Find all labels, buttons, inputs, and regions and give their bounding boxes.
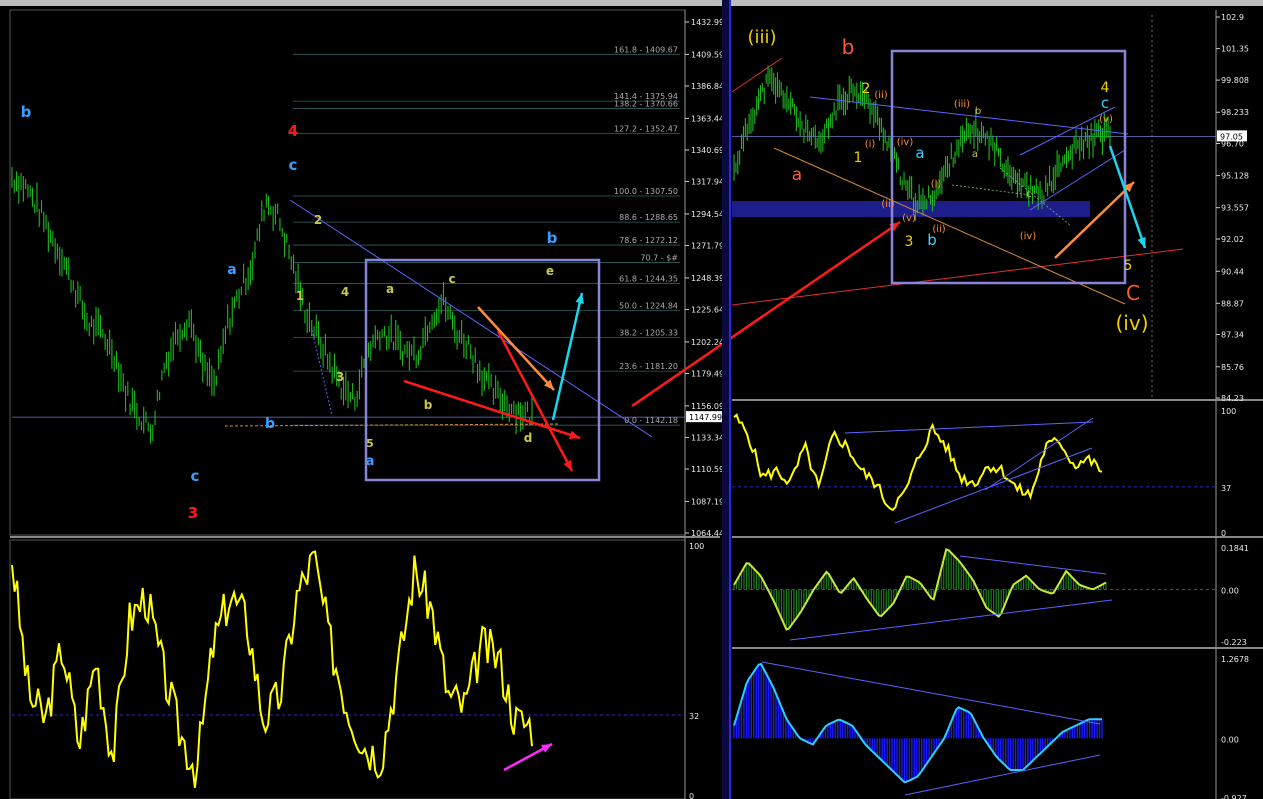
wave-label: b — [424, 398, 433, 412]
left-axis-label: 1317.94 — [691, 178, 724, 187]
wave-label: b — [265, 416, 275, 432]
wave-label: (i) — [865, 139, 876, 150]
wave-label: a — [366, 454, 375, 469]
wave-label: 5 — [366, 437, 374, 450]
right-axis-label: 92.02 — [1221, 235, 1244, 244]
wave-label: 3 — [336, 370, 344, 384]
fib-level-label: 88.6 - 1288.65 — [619, 213, 678, 222]
macd-axis-label: -0.927 — [1221, 794, 1247, 799]
macd-axis-label: 1.2678 — [1221, 655, 1249, 664]
osc-axis-label: 0.00 — [1221, 587, 1239, 596]
left-axis-label: 1202.24 — [691, 338, 724, 347]
osc-axis-label: 100 — [689, 542, 704, 551]
wave-label: a — [386, 282, 394, 296]
wave-label: (iii) — [747, 27, 776, 48]
wave-label: (v) — [902, 213, 916, 224]
wave-label: (iv) — [897, 137, 914, 148]
wave-label: 1 — [296, 289, 304, 303]
fib-level-label: 161.8 - 1409.67 — [614, 45, 678, 54]
left-axis-label: 1064.44 — [691, 529, 724, 538]
fib-level-label: 38.2 - 1205.33 — [619, 329, 678, 338]
right-axis-label: 84.23 — [1221, 394, 1244, 403]
right-axis-label: 102.9 — [1221, 13, 1244, 22]
left-axis-label: 1363.44 — [691, 114, 724, 123]
fib-level-label: 127.2 - 1352.47 — [614, 125, 678, 134]
wave-label: c — [448, 272, 455, 286]
wave-label: 2 — [314, 213, 322, 227]
wave-label: b — [547, 229, 558, 247]
left-axis-label: 1386.84 — [691, 82, 724, 91]
right-axis-label: 88.87 — [1221, 299, 1244, 308]
wave-label: a — [972, 149, 978, 160]
wave-label: (iv) — [1116, 311, 1149, 335]
toolbar-strip[interactable] — [0, 0, 1263, 6]
wave-label: c — [1026, 189, 1032, 200]
osc-axis-label: 0.1841 — [1221, 544, 1249, 553]
left-axis-label: 1340.69 — [691, 146, 724, 155]
left-current-price: 1147.99 — [689, 413, 722, 422]
wave-label: (iv) — [1020, 231, 1037, 242]
fib-level-label: 78.6 - 1272.12 — [619, 236, 678, 245]
left-axis-label: 1087.19 — [691, 497, 724, 506]
wave-label: (ii) — [874, 90, 887, 101]
left-axis-label: 1225.64 — [691, 305, 724, 314]
wave-label: a — [915, 144, 924, 162]
right-axis-label: 95.128 — [1221, 172, 1249, 181]
right-axis-label: 98.233 — [1221, 108, 1249, 117]
wave-label: (i) — [931, 179, 942, 190]
osc-axis-label: 0 — [689, 792, 694, 799]
wave-label: d — [524, 431, 533, 445]
right-current-price: 97.05 — [1220, 132, 1243, 141]
wave-label: c — [289, 156, 298, 174]
wave-label: C — [1126, 281, 1140, 305]
fib-level-label: 138.2 - 1370.66 — [614, 99, 678, 108]
macd-axis-label: 0.00 — [1221, 735, 1239, 744]
left-axis-label: 1179.49 — [691, 369, 724, 378]
wave-label: c — [191, 467, 200, 485]
wave-label: b — [927, 231, 937, 249]
left-axis-label: 1432.99 — [691, 18, 724, 27]
left-axis-label: 1110.59 — [691, 465, 724, 474]
wave-label: (v) — [1099, 114, 1113, 125]
fib-level-label: 61.8 - 1244.35 — [619, 275, 678, 284]
rsi-axis-label: 37 — [1221, 484, 1231, 493]
wave-label: (iii) — [954, 99, 970, 110]
wave-label: 3 — [188, 504, 198, 522]
right-axis-label: 101.35 — [1221, 45, 1249, 54]
left-axis-label: 1271.79 — [691, 242, 724, 251]
wave-label: 4 — [341, 285, 349, 299]
fib-level-label: 100.0 - 1307.50 — [614, 187, 678, 196]
wave-label: 4 — [288, 122, 298, 140]
left-axis-label: 1409.59 — [691, 50, 724, 59]
wave-label: 1 — [854, 150, 863, 166]
wave-label: 5 — [1124, 258, 1133, 274]
wave-label: b — [975, 106, 981, 117]
right-axis-label: 87.34 — [1221, 331, 1244, 340]
osc-axis-label: -0.223 — [1221, 638, 1247, 647]
left-axis-label: 1156.09 — [691, 402, 724, 411]
right-axis-label: 85.76 — [1221, 363, 1244, 372]
wave-label: c — [1101, 94, 1109, 112]
right-axis-label: 99.808 — [1221, 76, 1249, 85]
left-axis-label: 1294.54 — [691, 210, 724, 219]
left-axis-label: 1133.34 — [691, 433, 724, 442]
chart-stage: 161.8 - 1409.67141.4 - 1375.94138.2 - 13… — [0, 0, 1263, 799]
right-axis-label: 93.557 — [1221, 204, 1249, 213]
wave-label: a — [227, 262, 236, 278]
wave-label: (ii) — [881, 199, 894, 210]
wave-label: 3 — [905, 234, 914, 250]
fib-level-label: 50.0 - 1224.84 — [619, 302, 678, 311]
right-axis-label: 90.44 — [1221, 267, 1244, 276]
fib-level-label: 70.7 - $# — [640, 254, 678, 263]
left-axis-label: 1248.39 — [691, 274, 724, 283]
wave-label: b — [842, 35, 855, 59]
wave-label: b — [21, 103, 32, 121]
rsi-axis-label: 100 — [1221, 407, 1236, 416]
rsi-axis-label: 0 — [1221, 529, 1226, 538]
osc-axis-label: 32 — [689, 712, 699, 721]
fib-level-label: 23.6 - 1181.20 — [619, 362, 678, 371]
wave-label: e — [546, 264, 554, 278]
wave-label: 2 — [862, 81, 871, 97]
wave-label: a — [792, 165, 802, 185]
